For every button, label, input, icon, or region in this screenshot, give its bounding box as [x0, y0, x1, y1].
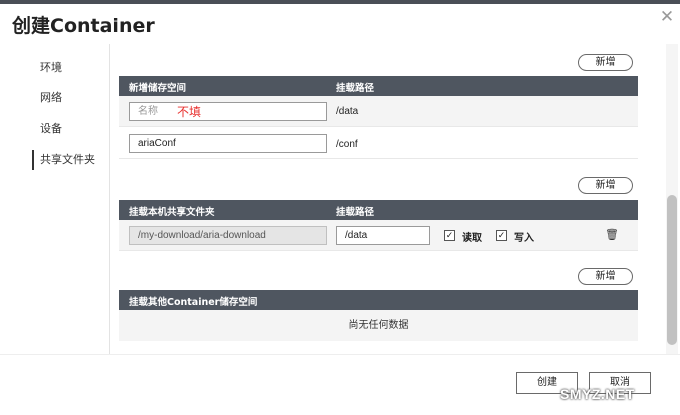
dialog-title: 创建Container: [12, 15, 155, 37]
header-new-storage: 新增储存空间: [129, 83, 187, 94]
host-folder-header: 挂载本机共享文件夹 挂载路径: [119, 200, 638, 220]
sidebar-item-environment[interactable]: 环境: [32, 58, 108, 78]
sidebar-item-shared-folders[interactable]: 共享文件夹: [32, 150, 108, 170]
storage-row: ariaConf /conf: [119, 128, 638, 159]
read-checkbox[interactable]: ✓: [444, 230, 455, 241]
footer-divider: [0, 354, 680, 355]
annotation-leave-empty: 不填: [177, 105, 202, 119]
storage-row: 名称 不填 /data: [119, 96, 638, 127]
header-mount-path: 挂载路径: [336, 83, 375, 94]
container-storage-section: 挂载其他Container储存空间 尚无任何数据: [119, 290, 638, 341]
storage-mount-path: /data: [336, 106, 359, 117]
sidebar-item-network[interactable]: 网络: [32, 88, 108, 108]
add-storage-button[interactable]: 新增: [578, 54, 633, 71]
header-host-folder: 挂载本机共享文件夹: [129, 207, 215, 218]
sidebar: 环境 网络 设备 共享文件夹: [0, 44, 110, 354]
header-container-storage: 挂载其他Container储存空间: [129, 297, 258, 308]
empty-state: 尚无任何数据: [119, 310, 638, 341]
top-border: [0, 0, 680, 4]
main-panel: 新增 新增储存空间 挂载路径 名称 不填 /data ariaConf /con…: [111, 44, 666, 354]
storage-name-placeholder: 名称: [138, 106, 158, 117]
read-label: 读取: [462, 233, 482, 244]
scrollbar-thumb[interactable]: [667, 195, 677, 345]
write-checkbox[interactable]: ✓: [496, 230, 507, 241]
mount-path-input[interactable]: /data: [336, 226, 430, 245]
storage-mount-path: /conf: [336, 139, 358, 150]
new-storage-header: 新增储存空间 挂载路径: [119, 76, 638, 96]
write-label: 写入: [514, 233, 534, 244]
host-folder-row: /my-download/aria-download /data ✓ 读取 ✓ …: [119, 220, 638, 251]
add-container-storage-button[interactable]: 新增: [578, 268, 633, 285]
container-storage-header: 挂载其他Container储存空间: [119, 290, 638, 310]
watermark: SMYZ.NET: [560, 386, 635, 402]
host-folder-section: 挂载本机共享文件夹 挂载路径 /my-download/aria-downloa…: [119, 200, 638, 252]
host-path-field: /my-download/aria-download: [129, 226, 327, 245]
sidebar-item-devices[interactable]: 设备: [32, 119, 108, 139]
storage-name-input[interactable]: ariaConf: [129, 134, 327, 153]
trash-icon[interactable]: 🗑: [605, 229, 619, 242]
close-icon[interactable]: ✕: [657, 7, 677, 27]
add-host-folder-button[interactable]: 新增: [578, 177, 633, 194]
header-mount-path: 挂载路径: [336, 207, 375, 218]
new-storage-section: 新增储存空间 挂载路径 名称 不填 /data ariaConf /conf: [119, 76, 638, 161]
storage-name-input[interactable]: 名称: [129, 102, 327, 121]
